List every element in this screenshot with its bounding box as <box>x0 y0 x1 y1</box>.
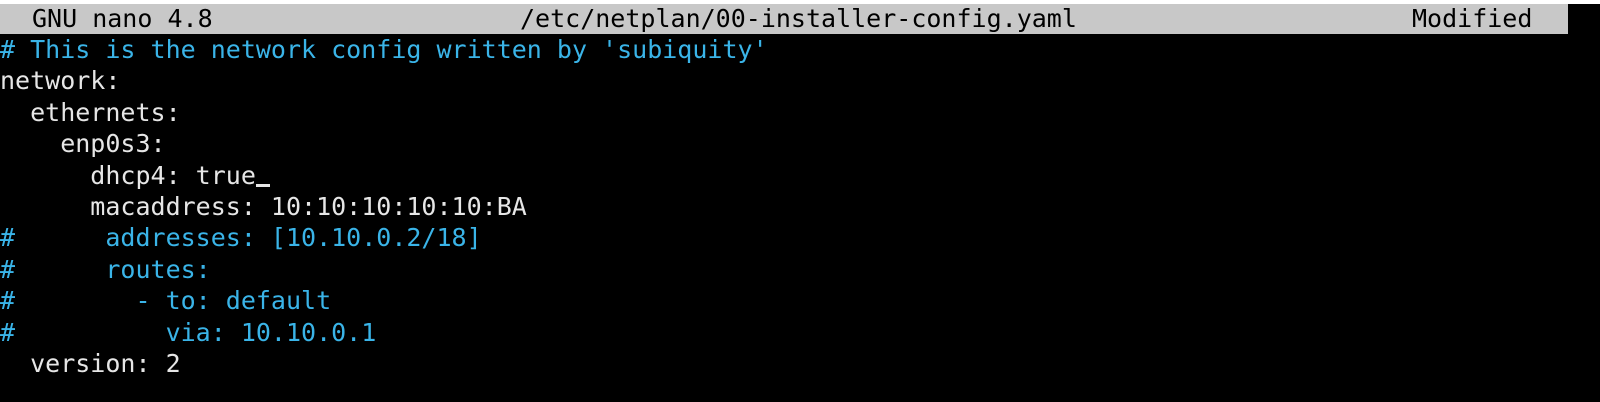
editor-line-2[interactable]: network: <box>0 65 1568 96</box>
line-text: # via: 10.10.0.1 <box>0 317 377 347</box>
line-text: version: 2 <box>0 348 181 378</box>
line-text: # This is the network config written by … <box>0 35 768 64</box>
editor-line-1[interactable]: # This is the network config written by … <box>0 34 1568 65</box>
line-text: ethernets: <box>0 97 181 127</box>
editor-line-6[interactable]: macaddress: 10:10:10:10:10:BA <box>0 191 1568 222</box>
line-text: network: <box>0 66 121 96</box>
line-text: macaddress: 10:10:10:10:10:BA <box>0 191 527 221</box>
editor-line-9[interactable]: # - to: default <box>0 285 1568 316</box>
editor-text-area[interactable]: # This is the network config written by … <box>0 34 1568 379</box>
nano-title-bar: GNU nano 4.8 /etc/netplan/00-installer-c… <box>0 4 1568 34</box>
editor-line-3[interactable]: ethernets: <box>0 97 1568 128</box>
editor-line-8[interactable]: # routes: <box>0 254 1568 285</box>
editor-line-10[interactable]: # via: 10.10.0.1 <box>0 317 1568 348</box>
modified-status: Modified <box>1412 4 1533 33</box>
line-text: # addresses: [10.10.0.2/18] <box>0 223 482 253</box>
line-text: dhcp4: true <box>0 160 256 190</box>
line-text: # routes: <box>0 254 211 284</box>
file-path-label: /etc/netplan/00-installer-config.yaml <box>520 4 1077 33</box>
editor-line-11[interactable]: version: 2 <box>0 348 1568 379</box>
line-text: # - to: default <box>0 286 332 316</box>
terminal-window[interactable]: GNU nano 4.8 /etc/netplan/00-installer-c… <box>0 4 1600 402</box>
line-text: enp0s3: <box>0 129 166 159</box>
app-version-label: GNU nano 4.8 <box>32 4 213 33</box>
editor-line-5[interactable]: dhcp4: true <box>0 160 1568 191</box>
text-cursor <box>255 183 270 187</box>
editor-line-7[interactable]: # addresses: [10.10.0.2/18] <box>0 222 1568 253</box>
editor-line-4[interactable]: enp0s3: <box>0 128 1568 159</box>
